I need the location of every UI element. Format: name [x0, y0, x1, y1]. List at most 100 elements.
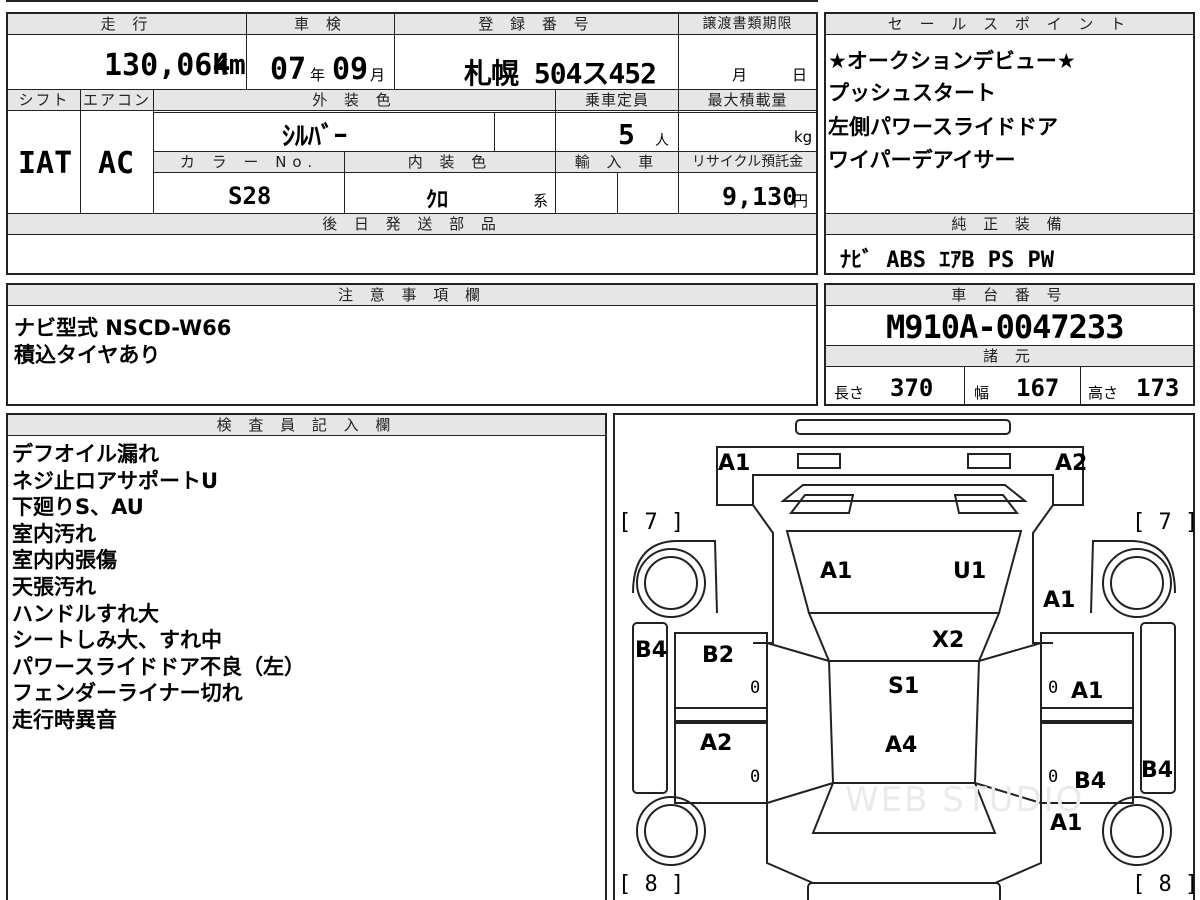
damage-right-front-door: A1	[1071, 679, 1104, 704]
front-bumper-shape	[795, 419, 1011, 435]
sales-point-4: ワイパーデアイサー	[828, 148, 1016, 172]
ac-header: エアコン	[81, 90, 153, 111]
inspector-line: ネジ止ロアサポートU	[12, 468, 219, 493]
damage-windshield: X2	[932, 628, 965, 653]
height-value: 173	[1136, 374, 1180, 402]
mileage-unit: km	[212, 48, 246, 81]
inspector-header: 検 査 員 記 入 欄	[8, 415, 605, 436]
notes-line-1: ナビ型式 NSCD-W66	[14, 316, 232, 340]
damage-left-rocker: B4	[635, 638, 668, 663]
door-zero-marker: 0	[1048, 678, 1059, 698]
windshield-shape	[807, 612, 1001, 662]
capacity-unit: 人	[655, 133, 669, 149]
front-left-light	[797, 453, 841, 469]
car-outline-diagram	[632, 419, 1176, 900]
damage-roof: S1	[888, 674, 920, 699]
sales-point-1: ★オークションデビュー★	[828, 49, 1076, 73]
door-zero-marker: 0	[1048, 767, 1059, 787]
interior-header: 内 装 色	[345, 152, 555, 173]
inspection-header: 車 検	[247, 14, 394, 35]
recycle-value: 9,130	[722, 182, 798, 211]
inspector-line: 室内内張傷	[12, 548, 117, 573]
transfer-day: 日	[792, 66, 808, 84]
sales-point-2: プッシュスタート	[828, 81, 996, 105]
later-parts-header: 後 日 発 送 部 品	[8, 214, 816, 235]
inspector-line: デフオイル漏れ	[12, 442, 159, 466]
damage-left-rear-door: A2	[700, 731, 733, 756]
recycle-header: リサイクル預託金	[679, 152, 816, 173]
recycle-unit: 円	[793, 192, 809, 210]
wheel-front-right	[1102, 548, 1172, 618]
damage-hood-right: U1	[953, 559, 987, 584]
genuine-equipment-header: 純 正 装 備	[826, 214, 1193, 235]
inspector-line: パワースライドドア不良（左）	[12, 654, 305, 679]
rear-bumper-shape	[807, 882, 1001, 900]
length-value: 370	[890, 374, 934, 402]
inspector-line: 天張汚れ	[12, 574, 96, 599]
transfer-month: 月	[732, 66, 748, 84]
shift-header: シフト	[8, 90, 80, 111]
inspection-year-unit: 年	[310, 66, 326, 84]
transfer-header: 譲渡書類期限	[679, 14, 816, 35]
wheel-rear-right-inner	[1110, 804, 1164, 858]
grille-inner-shape	[788, 494, 855, 514]
door-zero-marker: 0	[750, 767, 761, 787]
damage-right-rear-door: B4	[1074, 769, 1107, 794]
height-label: 高さ	[1088, 384, 1119, 402]
inspection-month-unit: 月	[370, 66, 386, 84]
genuine-equipment-value: ﾅﾋﾞ ABS ｴｱB PS PW	[840, 248, 1054, 273]
specs-header: 諸 元	[826, 346, 1193, 367]
chassis-value: M910A-0047233	[886, 308, 1124, 346]
inspection-month: 09	[332, 52, 369, 87]
registration-header: 登 録 番 号	[395, 14, 678, 35]
wheel-rear-right	[1102, 796, 1172, 866]
tread-front-left: [ 7 ]	[618, 510, 685, 535]
length-label: 長さ	[834, 384, 865, 402]
body-right-shape	[1032, 504, 1083, 644]
maxload-unit: kg	[794, 128, 813, 146]
damage-right-rear-fender: A1	[1050, 811, 1083, 836]
tread-rear-left: [ 8 ]	[618, 872, 685, 897]
sales-point-3: 左側パワースライドドア	[828, 115, 1058, 139]
inspector-line: 下廻りS、AU	[12, 495, 144, 520]
inspector-line: シートしみ大、すれ中	[12, 628, 222, 653]
width-value: 167	[1016, 374, 1060, 402]
wheel-front-right-inner	[1110, 556, 1164, 610]
notes-line-2: 積込タイヤあり	[14, 343, 161, 367]
front-body-shape	[716, 446, 1084, 506]
damage-right-rocker: B4	[1141, 758, 1174, 783]
capacity-header: 乗車定員	[556, 90, 678, 111]
damage-front-left-corner: A1	[718, 451, 751, 476]
grille-inner-shape-2	[953, 494, 1020, 514]
notes-header: 注 意 事 項 欄	[8, 285, 816, 306]
damage-left-front-door: B2	[702, 643, 735, 668]
maxload-header: 最大積載量	[679, 90, 816, 111]
inspection-year: 07	[270, 52, 307, 87]
sales-points-header: セ ー ル ス ポ イ ン ト	[826, 14, 1193, 35]
damage-right-fender: A1	[1043, 588, 1076, 613]
width-label: 幅	[974, 384, 990, 402]
damage-front-right-corner: A2	[1055, 451, 1088, 476]
capacity-value: 5	[618, 118, 635, 151]
wheel-front-left	[636, 548, 706, 618]
tread-rear-right: [ 8 ]	[1132, 872, 1199, 897]
wheel-rear-left	[636, 796, 706, 866]
shift-value: IAT	[18, 146, 73, 181]
exterior-header: 外 装 色	[154, 90, 555, 111]
top-strip-line	[6, 0, 818, 2]
rear-body-left	[766, 803, 814, 884]
mileage-header: 走 行	[8, 14, 246, 35]
grille-shape	[780, 484, 1028, 502]
door-zero-marker: 0	[750, 678, 761, 698]
inspector-lines: デフオイル漏れ ネジ止ロアサポートU 下廻りS、AU 室内汚れ 室内内張傷 天張…	[12, 441, 305, 734]
inspector-line: 室内汚れ	[12, 521, 96, 546]
tread-front-right: [ 7 ]	[1132, 510, 1199, 535]
damage-rear-roof: A4	[885, 733, 918, 758]
wheel-rear-left-inner	[644, 804, 698, 858]
import-header: 輸 入 車	[556, 152, 678, 173]
interior-unit: 系	[533, 192, 549, 210]
damage-hood-left: A1	[820, 559, 853, 584]
registration-value: 札幌 504ス452	[464, 57, 657, 90]
ac-value: AC	[98, 146, 135, 181]
chassis-header: 車 台 番 号	[826, 285, 1193, 306]
